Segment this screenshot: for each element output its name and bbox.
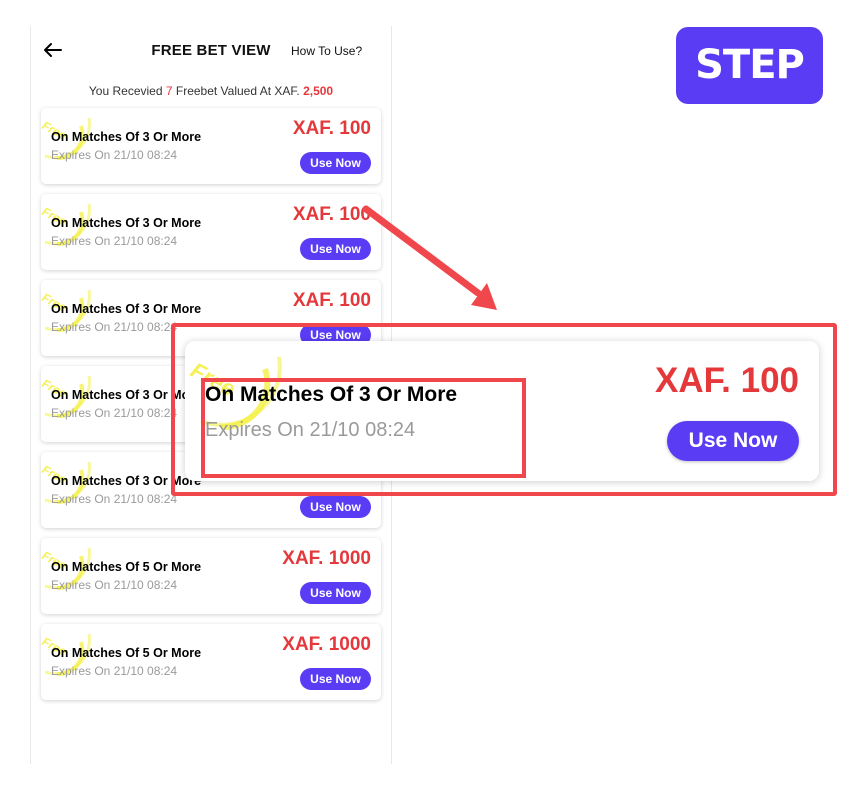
freebet-card[interactable]: Free On Matches Of 5 Or More Expires On 21…	[41, 538, 381, 614]
card-amount: XAF. 100	[292, 118, 371, 139]
step-badge: STEP 1	[676, 27, 823, 165]
card-title: On Matches Of 5 Or More	[51, 560, 202, 574]
card-expiry: Expires On 21/10 08:24	[51, 664, 178, 678]
freebet-card[interactable]: Free On Matches Of 3 Or More Expires On 21…	[41, 194, 381, 270]
freebet-count: 7	[165, 84, 173, 98]
freebet-summary: You Recevied 7 Freebet Valued At XAF. 2,…	[31, 84, 391, 98]
card-amount: XAF. 1000	[282, 548, 371, 569]
card-amount: XAF. 100	[292, 204, 371, 225]
zoomed-freebet-card[interactable]: Free On Matches Of 3 Or More Expires On …	[185, 341, 819, 481]
card-expiry: Expires On 21/10 08:24	[51, 406, 178, 420]
card-title: On Matches Of 3 Or More	[51, 302, 202, 316]
zoomed-card-title: On Matches Of 3 Or More	[205, 383, 458, 406]
zoom-callout: Free On Matches Of 3 Or More Expires On …	[171, 323, 837, 496]
freebet-card[interactable]: Free On Matches Of 3 Or More Expires On 21…	[41, 108, 381, 184]
card-expiry: Expires On 21/10 08:24	[51, 148, 178, 162]
top-bar: FREE BET VIEW How To Use?	[31, 26, 391, 76]
card-expiry: Expires On 21/10 08:24	[51, 320, 178, 334]
zoomed-card-amount: XAF. 100	[655, 361, 799, 400]
card-title: On Matches Of 3 Or More	[51, 130, 202, 144]
card-expiry: Expires On 21/10 08:24	[51, 578, 178, 592]
card-title: On Matches Of 3 Or More	[51, 216, 202, 230]
how-to-use-link[interactable]: How To Use?	[291, 44, 362, 58]
card-amount: XAF. 100	[292, 290, 371, 311]
summary-middle: Freebet Valued At XAF.	[172, 84, 304, 98]
zoomed-use-now-button[interactable]: Use Now	[667, 421, 799, 461]
use-now-button[interactable]: Use Now	[300, 668, 371, 690]
freebet-total: 2,500	[303, 84, 334, 98]
use-now-button[interactable]: Use Now	[300, 152, 371, 174]
freebet-card[interactable]: Free On Matches Of 5 Or More Expires On 21…	[41, 624, 381, 700]
zoomed-card-expiry: Expires On 21/10 08:24	[205, 419, 416, 441]
card-expiry: Expires On 21/10 08:24	[51, 234, 178, 248]
use-now-button[interactable]: Use Now	[300, 238, 371, 260]
card-title: On Matches Of 5 Or More	[51, 646, 202, 660]
card-amount: XAF. 1000	[282, 634, 371, 655]
summary-prefix: You Recevied	[88, 84, 166, 98]
card-expiry: Expires On 21/10 08:24	[51, 492, 178, 506]
use-now-button[interactable]: Use Now	[300, 582, 371, 604]
use-now-button[interactable]: Use Now	[300, 496, 371, 518]
